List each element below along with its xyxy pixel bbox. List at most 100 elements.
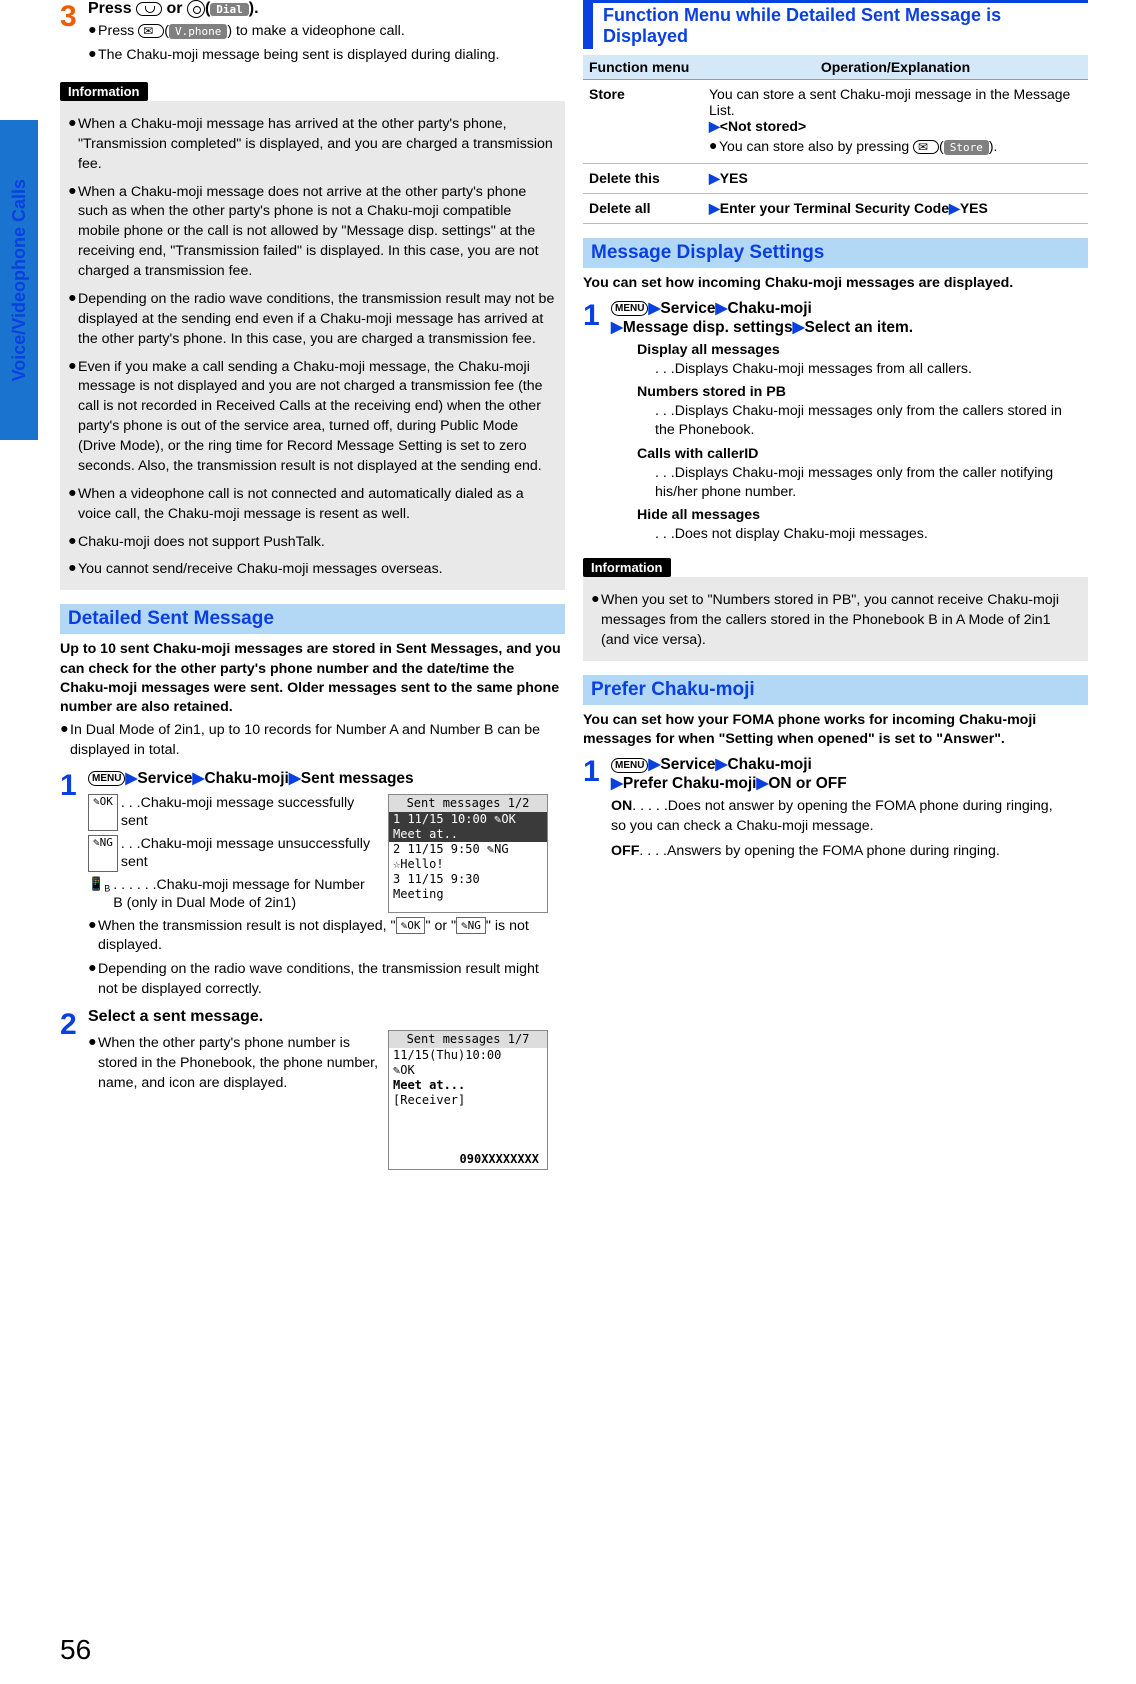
prefer-chaku-moji-heading: Prefer Chaku-moji xyxy=(583,675,1088,705)
opt-desc: . . .Does not display Chaku-moji message… xyxy=(655,525,1071,544)
step-number-1: 1 xyxy=(583,755,611,861)
sent-messages-list-screenshot: Sent messages 1/2 1 11/15 10:00 ✎OK Meet… xyxy=(388,794,548,913)
on-desc: . . . . .Does not answer by opening the … xyxy=(611,798,1053,833)
number-b-icon: 📱B xyxy=(88,876,110,913)
screen-phone-number: 090XXXXXXXX xyxy=(456,1152,543,1167)
function-menu-table: Function menu Operation/Explanation Stor… xyxy=(583,55,1088,224)
delete-all-name: Delete all xyxy=(583,193,703,223)
info-item: When a Chaku-moji message has arrived at… xyxy=(78,115,557,175)
step-number-2: 2 xyxy=(60,1008,88,1170)
message-display-settings-heading: Message Display Settings xyxy=(583,238,1088,268)
detailed-intro: Up to 10 sent Chaku-moji messages are st… xyxy=(60,640,565,717)
ng-icon: ✎NG xyxy=(88,835,118,872)
menu-key-icon: MENU xyxy=(611,301,648,316)
path-onoff: ON or OFF xyxy=(768,775,846,792)
delete-all-b: YES xyxy=(960,200,988,216)
detailed-sent-message-heading: Detailed Sent Message xyxy=(60,604,565,634)
info-item: Depending on the radio wave conditions, … xyxy=(78,290,557,350)
step2-b1: When the other party's phone number is s… xyxy=(98,1034,378,1094)
info-item: When you set to "Numbers stored in PB", … xyxy=(601,591,1080,651)
information-heading: Information xyxy=(583,558,671,577)
off-desc: . . . .Answers by opening the FOMA phone… xyxy=(639,843,999,859)
delete-this-val: YES xyxy=(720,170,748,186)
step3-b1c: ) to make a videophone call. xyxy=(227,23,404,39)
info-item: When a videophone call is not connected … xyxy=(78,485,557,525)
step3-b2: The Chaku-moji message being sent is dis… xyxy=(98,46,548,66)
section-tab-label: Voice/Videophone Calls xyxy=(9,179,30,381)
opt-desc: . . .Displays Chaku-moji messages only f… xyxy=(655,402,1071,440)
info-item: Chaku-moji does not support PushTalk. xyxy=(78,533,557,553)
mail-key-icon xyxy=(138,24,164,38)
path-select-item: Select an item. xyxy=(805,319,914,336)
page-number: 56 xyxy=(60,1634,91,1666)
screen-row: Meeting xyxy=(389,887,547,902)
path-chaku: Chaku-moji xyxy=(727,300,811,317)
step-number-1: 1 xyxy=(60,769,88,1000)
information-heading: Information xyxy=(60,82,148,101)
screen-title: Sent messages 1/7 xyxy=(389,1031,547,1048)
section-tab: Voice/Videophone Calls xyxy=(0,120,38,440)
screen-row: 1 11/15 10:00 ✎OK xyxy=(389,812,547,827)
path-chaku: Chaku-moji xyxy=(204,770,288,787)
opt-desc: . . .Displays Chaku-moji messages only f… xyxy=(655,464,1071,502)
screen-row: [Receiver] xyxy=(389,1093,547,1108)
vphone-softkey: V.phone xyxy=(169,24,227,39)
path-msgdisp: Message disp. settings xyxy=(623,319,793,336)
opt-label: Calls with callerID xyxy=(637,446,758,462)
path-service: Service xyxy=(660,756,715,773)
step2-title: Select a sent message. xyxy=(88,1008,548,1026)
msgdisp-intro: You can set how incoming Chaku-moji mess… xyxy=(583,274,1088,293)
screen-row: Meet at... xyxy=(389,1078,547,1093)
table-row: Store You can store a sent Chaku-moji me… xyxy=(583,80,1088,164)
opt-desc: . . .Displays Chaku-moji messages from a… xyxy=(655,360,1071,379)
step-number-3: 3 xyxy=(60,0,88,66)
path-prefer: Prefer Chaku-moji xyxy=(623,775,757,792)
note1b: " or " xyxy=(425,918,456,934)
screen-row: 2 11/15 9:50 ✎NG xyxy=(389,842,547,857)
menu-key-icon: MENU xyxy=(88,771,125,786)
menu-key-icon: MENU xyxy=(611,758,648,773)
store-l1: You can store a sent Chaku-moji message … xyxy=(709,86,1082,118)
off-label: OFF xyxy=(611,843,639,859)
note1a: When the transmission result is not disp… xyxy=(98,918,396,934)
delete-this-name: Delete this xyxy=(583,163,703,193)
info-item: You cannot send/receive Chaku-moji messa… xyxy=(78,560,557,580)
on-label: ON xyxy=(611,798,632,814)
note2: Depending on the radio wave conditions, … xyxy=(98,960,548,1000)
ok-desc: . . .Chaku-moji message successfully sen… xyxy=(121,794,378,831)
store-l2: <Not stored> xyxy=(720,118,806,134)
left-column: 3 Press or (Dial). ●Press (V.phone) to m… xyxy=(60,0,565,1170)
store-l3c: ). xyxy=(989,138,998,154)
screen-row: ✎OK xyxy=(389,1063,547,1078)
ng-desc: . . .Chaku-moji message unsuccessfully s… xyxy=(121,835,378,872)
information-box: ●When a Chaku-moji message has arrived a… xyxy=(60,101,565,590)
step3-b1a: Press xyxy=(98,23,138,39)
info-item: When a Chaku-moji message does not arriv… xyxy=(78,183,557,282)
right-column: Function Menu while Detailed Sent Messag… xyxy=(583,0,1088,1170)
store-name: Store xyxy=(583,80,703,164)
path-service: Service xyxy=(660,300,715,317)
step3-title-d: ). xyxy=(249,0,259,17)
path-chaku: Chaku-moji xyxy=(727,756,811,773)
delete-all-a: Enter your Terminal Security Code xyxy=(720,200,949,216)
opt-label: Hide all messages xyxy=(637,507,760,523)
path-sent: Sent messages xyxy=(301,770,414,787)
dial-softkey: Dial xyxy=(210,3,249,16)
ok-icon: ✎OK xyxy=(88,794,118,831)
step-number-1: 1 xyxy=(583,299,611,545)
info-item: Even if you make a call sending a Chaku-… xyxy=(78,358,557,477)
function-menu-heading: Function Menu while Detailed Sent Messag… xyxy=(583,0,1088,49)
ng-icon-inline: ✎NG xyxy=(456,917,486,934)
call-key-icon xyxy=(136,2,162,16)
ok-icon-inline: ✎OK xyxy=(396,917,426,934)
fmenu-th2: Operation/Explanation xyxy=(703,55,1088,80)
path-service: Service xyxy=(137,770,192,787)
fmenu-th1: Function menu xyxy=(583,55,703,80)
opt-label: Numbers stored in PB xyxy=(637,384,786,400)
screen-row: ☆Hello! xyxy=(389,857,547,872)
detailed-dual-note: In Dual Mode of 2in1, up to 10 records f… xyxy=(70,721,565,761)
step3-title-b: or xyxy=(162,0,187,17)
screen-title: Sent messages 1/2 xyxy=(389,795,547,812)
store-softkey: Store xyxy=(944,140,989,155)
b-desc: . . . . . .Chaku-moji message for Number… xyxy=(113,876,378,913)
